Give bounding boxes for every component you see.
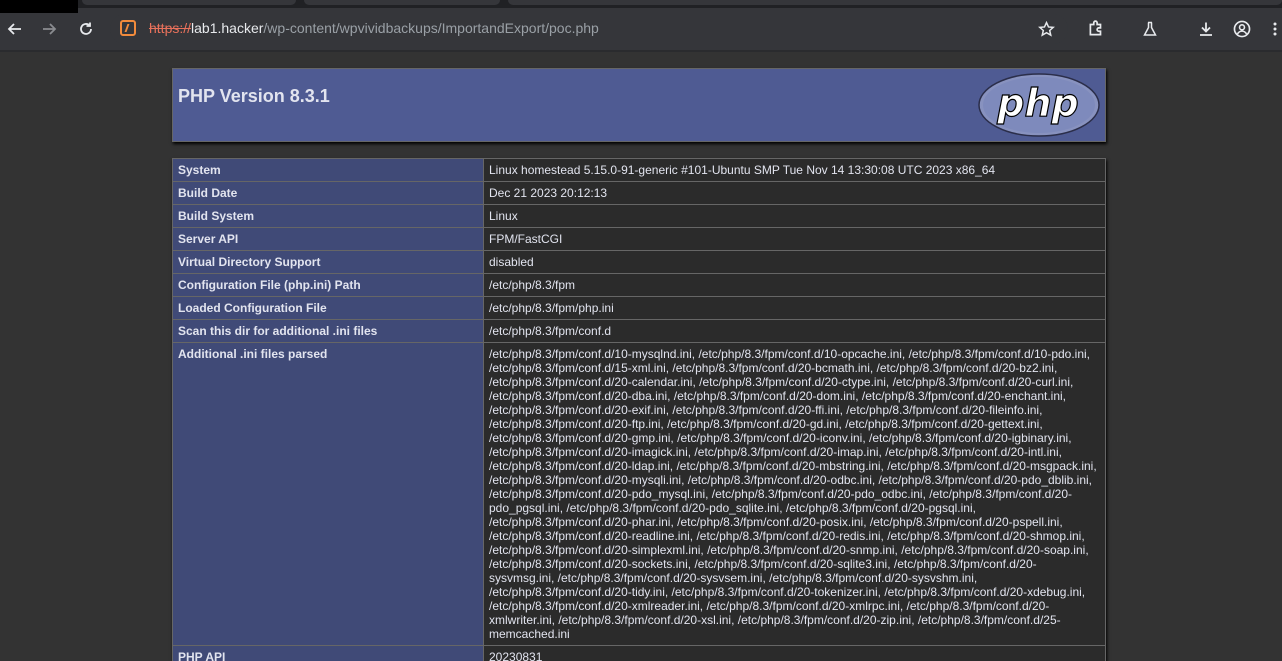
row-value: /etc/php/8.3/fpm/conf.d <box>483 319 1106 343</box>
table-row: PHP API 20230831 <box>172 645 1106 661</box>
svg-text:php: php <box>996 81 1078 125</box>
row-label: Additional .ini files parsed <box>172 342 484 646</box>
tab-strip <box>0 0 1282 13</box>
page-content: PHP Version 8.3.1 php System Linux homest… <box>0 52 1282 661</box>
row-label: Scan this dir for additional .ini files <box>172 319 484 343</box>
table-row: Loaded Configuration File/etc/php/8.3/fp… <box>172 296 1106 320</box>
tab[interactable] <box>82 0 296 5</box>
row-label: PHP API <box>172 645 484 661</box>
address-bar[interactable]: https://lab1.hacker/wp-content/wpvividba… <box>110 14 1068 44</box>
labs-icon[interactable] <box>1137 16 1163 42</box>
row-label: Build Date <box>172 181 484 205</box>
row-label: Virtual Directory Support <box>172 250 484 274</box>
reload-icon[interactable] <box>73 16 99 42</box>
row-value: Linux <box>483 204 1106 228</box>
table-row: Scan this dir for additional .ini files /… <box>172 319 1106 343</box>
table-row: Build Date Dec 21 2023 20:12:13 <box>172 181 1106 205</box>
row-value: 20230831 <box>483 645 1106 661</box>
table-row: Server API FPM/FastCGI <box>172 227 1106 251</box>
extensions-icon[interactable] <box>1083 16 1109 42</box>
back-icon[interactable] <box>2 16 28 42</box>
download-icon[interactable] <box>1193 16 1219 42</box>
table-row: Configuration File (php.ini) Path/etc/ph… <box>172 273 1106 297</box>
row-value: /etc/php/8.3/fpm <box>483 273 1106 297</box>
bookmark-star-icon[interactable] <box>1033 16 1059 42</box>
browser-chrome: https://lab1.hacker/wp-content/wpvividba… <box>0 0 1282 52</box>
php-header: PHP Version 8.3.1 php <box>172 68 1106 142</box>
row-value: disabled <box>483 250 1106 274</box>
row-label: Configuration File (php.ini) Path <box>172 273 484 297</box>
table-row: Virtual Directory Support disabled <box>172 250 1106 274</box>
row-value: /etc/php/8.3/fpm/php.ini <box>483 296 1106 320</box>
forward-icon[interactable] <box>36 16 62 42</box>
row-label: Loaded Configuration File <box>172 296 484 320</box>
menu-icon[interactable] <box>1268 16 1282 42</box>
site-info-icon[interactable] <box>120 20 136 36</box>
row-value: FPM/FastCGI <box>483 227 1106 251</box>
row-value: Dec 21 2023 20:12:13 <box>483 181 1106 205</box>
page-title: PHP Version 8.3.1 <box>178 86 330 106</box>
row-label: Server API <box>172 227 484 251</box>
row-label: System <box>172 158 484 182</box>
row-value: /etc/php/8.3/fpm/conf.d/10-mysqlnd.ini, … <box>483 342 1106 646</box>
table-row: Build System Linux <box>172 204 1106 228</box>
profile-icon[interactable] <box>1229 16 1255 42</box>
php-info-table: System Linux homestead 5.15.0-91-generic … <box>172 158 1106 661</box>
url-text[interactable]: https://lab1.hacker/wp-content/wpvividba… <box>149 20 599 36</box>
tab[interactable] <box>304 0 500 5</box>
toolbar: https://lab1.hacker/wp-content/wpvividba… <box>0 8 1282 50</box>
row-label: Build System <box>172 204 484 228</box>
tab[interactable] <box>508 0 1282 5</box>
table-row: System Linux homestead 5.15.0-91-generic … <box>172 158 1106 182</box>
php-logo-icon: php <box>978 73 1100 137</box>
table-row: Additional .ini files parsed/etc/php/8.3… <box>172 342 1106 646</box>
row-value: Linux homestead 5.15.0-91-generic #101-U… <box>483 158 1106 182</box>
